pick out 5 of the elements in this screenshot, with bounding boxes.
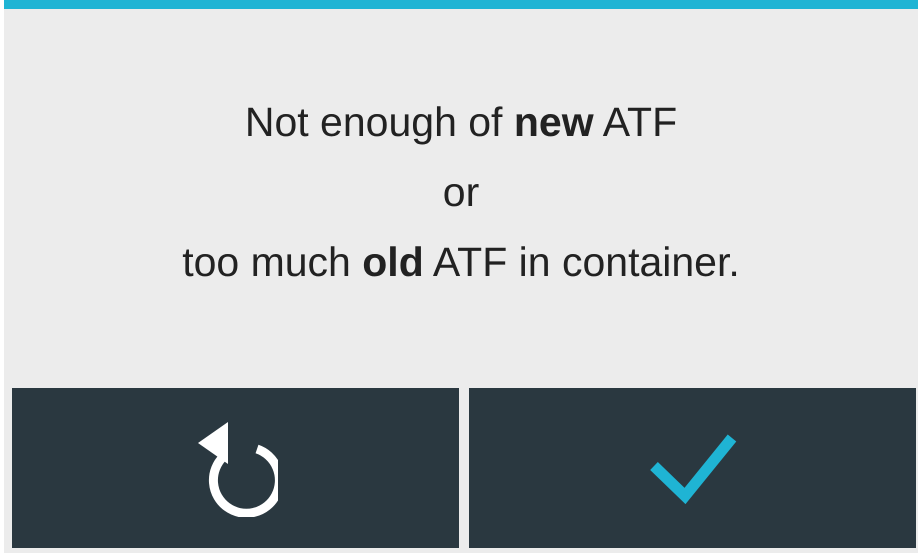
message-text: or [442,168,480,216]
checkmark-icon [648,432,736,504]
message-text: Not enough of new ATF [244,98,678,146]
undo-button[interactable] [12,388,459,548]
message-text: too much old ATF in container. [182,238,740,286]
